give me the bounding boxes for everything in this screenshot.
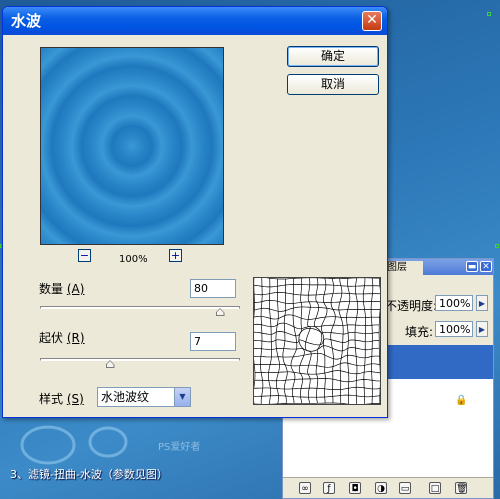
- zoom-out-button[interactable]: −: [78, 249, 91, 262]
- close-button[interactable]: ✕: [362, 11, 382, 31]
- grid-line: [275, 278, 280, 404]
- fill-label: 填充:: [405, 325, 434, 339]
- grid-line: [304, 278, 312, 404]
- style-label: 样式 (S): [39, 390, 84, 407]
- layer-style-icon[interactable]: ƒ: [323, 482, 335, 494]
- grid-line: [290, 278, 298, 404]
- grid-line: [378, 278, 380, 404]
- grid-line: [254, 352, 380, 360]
- grid-line: [254, 306, 380, 312]
- adjustment-layer-icon[interactable]: ◑: [375, 482, 387, 494]
- style-shortcut: (S): [66, 392, 84, 406]
- grid-line: [354, 278, 359, 404]
- zoom-value: 100%: [119, 254, 148, 265]
- ridges-label: 起伏 (R): [39, 329, 85, 346]
- opacity-input[interactable]: 100%: [435, 295, 473, 311]
- mask-icon[interactable]: ◘: [349, 482, 361, 494]
- grid-line: [313, 278, 323, 404]
- link-icon[interactable]: ∞: [299, 482, 311, 494]
- grid-line: [320, 278, 328, 404]
- chevron-down-icon[interactable]: ▼: [174, 388, 190, 406]
- folder-icon[interactable]: ▭: [399, 482, 411, 494]
- ok-button[interactable]: 确定: [287, 46, 379, 67]
- grid-line: [254, 402, 380, 404]
- filter-preview[interactable]: [40, 47, 224, 245]
- minimize-icon[interactable]: ▬: [466, 261, 478, 272]
- amount-slider-track[interactable]: [40, 306, 240, 309]
- watermark-logo: PS爱好者: [20, 425, 200, 465]
- water-wave-dialog[interactable]: 水波 ✕ 确定 取消 − 100% + 数量 (A) 80 起伏 (R) 7 样…: [2, 6, 388, 418]
- lock-icon: 🔒: [455, 395, 468, 406]
- grid-line: [266, 278, 380, 280]
- distortion-grid-preview: [253, 277, 381, 405]
- close-icon[interactable]: ✕: [480, 261, 492, 272]
- amount-slider-thumb[interactable]: [215, 308, 225, 316]
- grid-line: [254, 370, 380, 375]
- ridges-slider-track[interactable]: [40, 358, 240, 361]
- grid-line: [254, 278, 256, 404]
- opacity-label: 不透明度:: [385, 299, 438, 313]
- layers-tab[interactable]: 图层: [383, 261, 423, 275]
- caption: 3、滤镜-扭曲-水波（参数见图）: [10, 468, 168, 481]
- grid-line: [254, 292, 380, 296]
- amount-shortcut: (A): [66, 282, 85, 296]
- opacity-arrow-icon[interactable]: ▶: [476, 295, 488, 311]
- cancel-button[interactable]: 取消: [287, 74, 379, 95]
- grid-line: [254, 284, 380, 288]
- grid-line: [254, 338, 380, 346]
- fill-input[interactable]: 100%: [435, 321, 473, 337]
- ridges-input[interactable]: 7: [190, 332, 236, 351]
- layers-footer: ∞ ƒ ◘ ◑ ▭ □ 🗑: [283, 477, 493, 498]
- selected-layer-row[interactable]: [385, 345, 493, 379]
- ridges-slider-thumb[interactable]: [105, 360, 115, 368]
- grid-line: [254, 327, 380, 337]
- trash-icon[interactable]: 🗑: [455, 482, 467, 494]
- amount-label-text: 数量: [39, 282, 64, 296]
- dialog-title[interactable]: 水波: [3, 7, 387, 35]
- grid-line: [370, 278, 374, 404]
- amount-label: 数量 (A): [39, 280, 84, 297]
- grid-line: [362, 278, 366, 404]
- style-select-value: 水池波纹: [101, 390, 150, 404]
- guide-marker: [495, 244, 499, 248]
- watermark-text: PS爱好者: [158, 440, 200, 453]
- ridges-shortcut: (R): [66, 331, 85, 345]
- style-label-text: 样式: [39, 392, 64, 406]
- guide-marker: [487, 12, 491, 16]
- style-select[interactable]: 水池波纹 ▼: [97, 387, 191, 407]
- amount-input[interactable]: 80: [190, 279, 236, 298]
- zoom-in-button[interactable]: +: [169, 249, 182, 262]
- grid-line: [338, 278, 344, 404]
- new-layer-icon[interactable]: □: [429, 482, 441, 494]
- grid-line: [268, 278, 272, 404]
- ridges-label-text: 起伏: [39, 331, 64, 345]
- fill-arrow-icon[interactable]: ▶: [476, 321, 488, 337]
